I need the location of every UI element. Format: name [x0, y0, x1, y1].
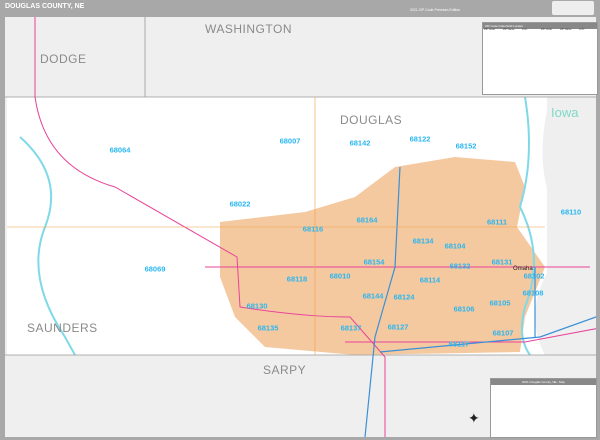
edition-label: 2021 ZIP Code Premium Edition [410, 8, 461, 12]
zip-label-68111: 68111 [486, 217, 508, 227]
zip-label-68022: 68022 [229, 199, 251, 209]
zip-label-68010: 68010 [329, 271, 351, 281]
zip-label-68164: 68164 [356, 215, 378, 225]
zip-index-table: ZIP Code Index/Grid Locator ZIP Code ZIP … [482, 22, 598, 95]
zip-label-68104: 68104 [444, 241, 466, 251]
compass-icon: ✦ [468, 410, 480, 426]
zip-label-68142: 68142 [349, 138, 371, 148]
map-legend: 2021 Douglas County, NE - Map [490, 378, 597, 438]
zip-label-68064: 68064 [109, 145, 131, 155]
zip-label-68124: 68124 [393, 292, 415, 302]
county-label-dodge: DODGE [40, 52, 87, 66]
zip-label-68130: 68130 [246, 301, 268, 311]
legend-title: 2021 Douglas County, NE - Map [491, 379, 596, 385]
index-column-header: ZIP Name [503, 28, 515, 31]
zip-label-68116: 68116 [302, 224, 324, 234]
zip-label-68132: 68132 [449, 261, 471, 271]
index-column-header: ZIP Code [484, 28, 495, 31]
zip-label-68117: 68117 [448, 339, 470, 349]
zip-label-68154: 68154 [363, 257, 385, 267]
zip-label-68069: 68069 [144, 264, 166, 274]
zip-label-68131: 68131 [491, 257, 513, 267]
zip-label-68134: 68134 [412, 236, 434, 246]
state-label-iowa: Iowa [551, 105, 579, 120]
zip-label-68122: 68122 [409, 134, 431, 144]
zip-label-68135: 68135 [257, 323, 279, 333]
zip-label-68144: 68144 [362, 291, 384, 301]
publisher-logo [552, 1, 594, 15]
index-column-header: LOC [579, 28, 585, 31]
index-column-header: LOC [522, 28, 528, 31]
zip-label-68118: 68118 [286, 274, 308, 284]
zip-label-68108: 68108 [522, 288, 544, 298]
zip-label-68007: 68007 [279, 136, 301, 146]
county-label-douglas: DOUGLAS [340, 113, 403, 127]
zip-label-68110: 68110 [560, 207, 582, 217]
map-area[interactable]: WASHINGTON DODGE DOUGLAS SAUNDERS SARPY … [5, 17, 598, 438]
zip-label-68127: 68127 [387, 322, 409, 332]
header: DOUGLAS COUNTY, NE 2021 ZIP Code Premium… [0, 0, 600, 17]
index-column-header: ZIP Name [560, 28, 572, 31]
index-column-header: ZIP Code [541, 28, 552, 31]
zip-label-68114: 68114 [419, 275, 441, 285]
county-label-washington: WASHINGTON [205, 22, 293, 36]
county-label-sarpy: SARPY [263, 363, 307, 377]
zip-label-68106: 68106 [453, 304, 475, 314]
zip-label-68137: 68137 [340, 323, 362, 333]
zip-label-68107: 68107 [492, 328, 514, 338]
zip-label-68102: 68102 [523, 271, 545, 281]
zip-label-68105: 68105 [489, 298, 511, 308]
map-title: DOUGLAS COUNTY, NE [5, 3, 85, 10]
zip-label-68152: 68152 [455, 141, 477, 151]
county-label-saunders: SAUNDERS [27, 321, 98, 335]
